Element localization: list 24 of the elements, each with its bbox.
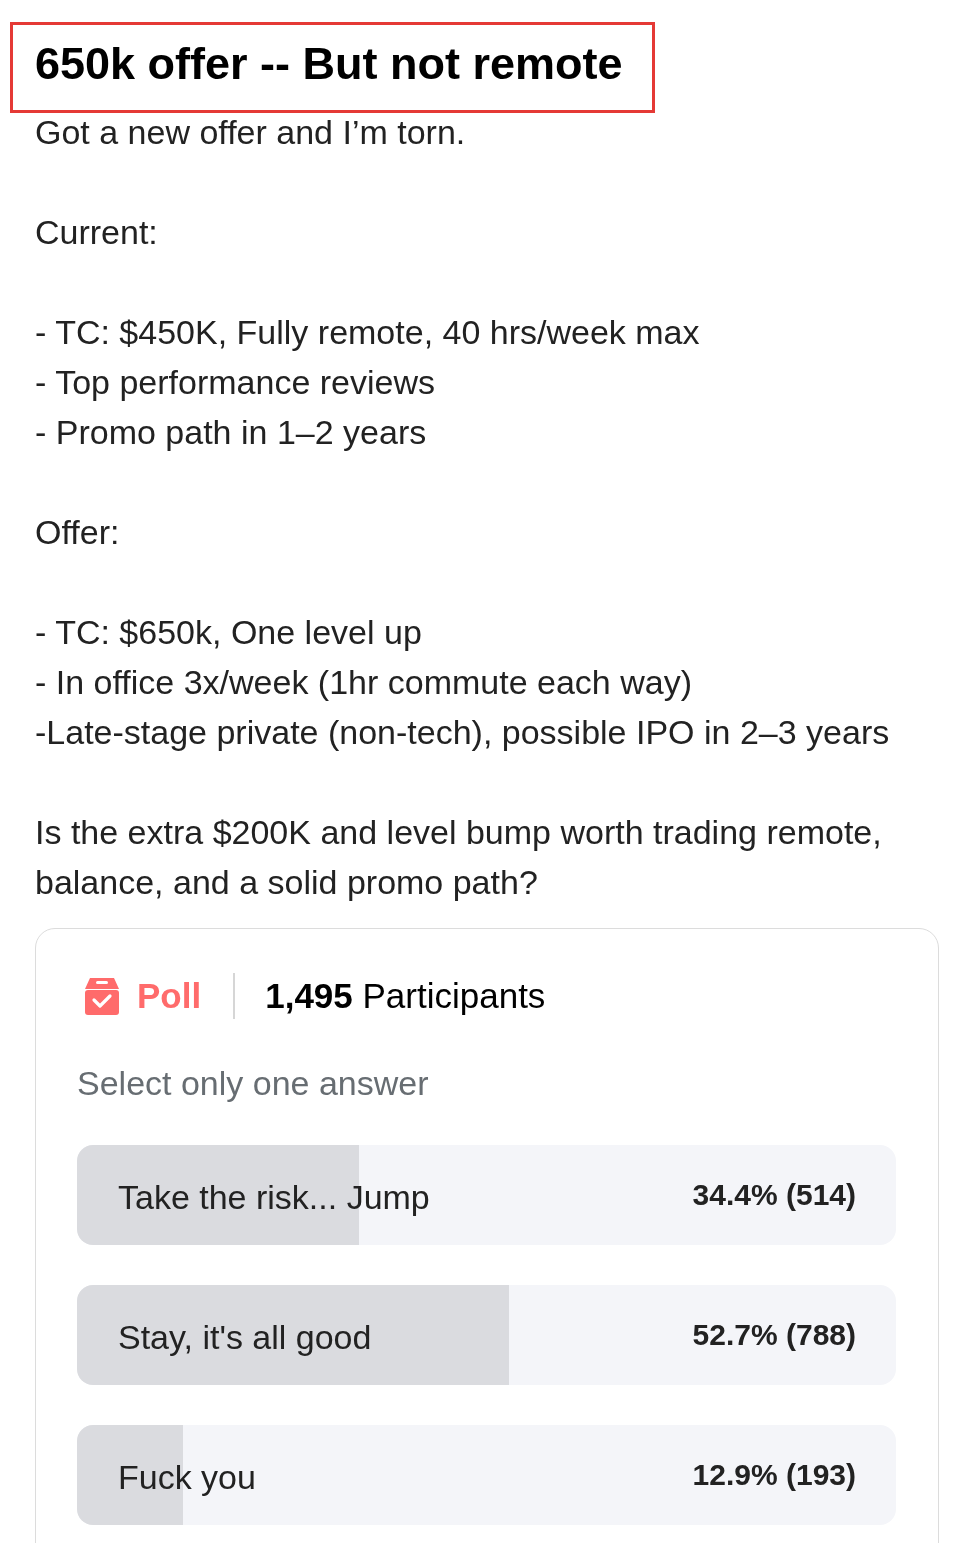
post-title: 650k offer -- But not remote (35, 37, 623, 90)
post-text-line: -Late-stage private (non-tech), possible IPO in 2–3 years (35, 712, 890, 753)
option-result: 52.7% (788) (692, 1317, 856, 1353)
poll-label: Poll (137, 975, 202, 1017)
post-text-line: Offer: (35, 512, 120, 553)
option-result: 34.4% (514) (692, 1177, 856, 1213)
post-text-line: - TC: $650k, One level up (35, 612, 422, 653)
post-text-line: - TC: $450K, Fully remote, 40 hrs/week max (35, 312, 700, 353)
option-result: 12.9% (193) (692, 1457, 856, 1493)
post-text-line: Got a new offer and I’m torn. (35, 112, 466, 153)
poll-option[interactable]: Fuck you 12.9% (193) (77, 1425, 896, 1525)
poll-instruction: Select only one answer (77, 1063, 429, 1103)
post-text-line: - Promo path in 1–2 years (35, 412, 427, 453)
ballot-box-icon (83, 977, 121, 1015)
poll-option[interactable]: Stay, it's all good 52.7% (788) (77, 1285, 896, 1385)
option-label: Fuck you (118, 1457, 256, 1498)
poll-option[interactable]: Take the risk... Jump 34.4% (514) (77, 1145, 896, 1245)
option-label: Stay, it's all good (118, 1317, 372, 1358)
post-text-line: Is the extra $200K and level bump worth trading remote, balance, and a solid promo path? (35, 812, 883, 903)
post-text-line: - In office 3x/week (1hr commute each way) (35, 662, 692, 703)
option-label: Take the risk... Jump (118, 1177, 430, 1218)
post-text-line: - Top performance reviews (35, 362, 435, 403)
post-text-line: Current: (35, 212, 158, 253)
participants-count: 1,495 Participants (265, 975, 546, 1017)
